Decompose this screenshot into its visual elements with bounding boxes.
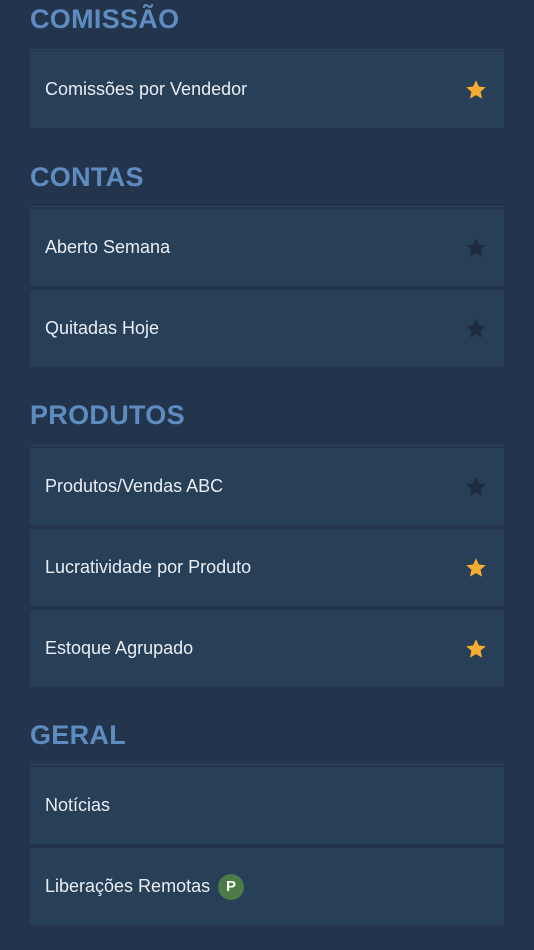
menu-item-produtos-vendas-abc[interactable]: Produtos/Vendas ABC <box>30 448 504 525</box>
section-title-contas: CONTAS <box>30 162 144 192</box>
star-icon[interactable] <box>464 236 488 260</box>
menu-item-label: Aberto Semana <box>45 237 171 257</box>
menu-item-label: Quitadas Hoje <box>45 318 160 338</box>
premium-badge: P <box>218 874 244 900</box>
menu-item-lucratividade-por-produto[interactable]: Lucratividade por Produto <box>30 529 504 606</box>
menu-item-estoque-agrupado[interactable]: Estoque Agrupado <box>30 610 504 687</box>
menu-item-label: Lucratividade por Produto <box>45 557 252 577</box>
menu-item-noticias[interactable]: Notícias <box>30 767 504 844</box>
menu-item-quitadas-hoje[interactable]: Quitadas Hoje <box>30 290 504 367</box>
menu-item-label: Liberações Remotas <box>45 876 211 896</box>
star-icon[interactable] <box>464 637 488 661</box>
menu-item-aberto-semana[interactable]: Aberto Semana <box>30 209 504 286</box>
menu-item-comissoes-por-vendedor[interactable]: Comissões por Vendedor <box>30 51 504 128</box>
menu-item-liberacoes-remotas[interactable]: Liberações Remotas P <box>30 848 504 925</box>
section-divider <box>30 206 504 207</box>
report-menu: COMISSÃO Comissões por Vendedor CONTAS A… <box>0 0 534 950</box>
star-icon[interactable] <box>464 78 488 102</box>
star-icon[interactable] <box>464 317 488 341</box>
section-divider <box>30 49 504 50</box>
section-title-produtos: PRODUTOS <box>30 400 185 430</box>
star-icon[interactable] <box>464 475 488 499</box>
menu-item-label: Estoque Agrupado <box>45 638 194 658</box>
star-icon[interactable] <box>464 556 488 580</box>
section-divider <box>30 764 504 765</box>
menu-item-label: Produtos/Vendas ABC <box>45 476 224 496</box>
menu-item-label: Notícias <box>45 795 111 815</box>
section-title-comissao: COMISSÃO <box>30 4 180 34</box>
menu-item-label: Comissões por Vendedor <box>45 79 248 99</box>
section-divider <box>30 445 504 446</box>
section-title-geral: GERAL <box>30 720 126 750</box>
